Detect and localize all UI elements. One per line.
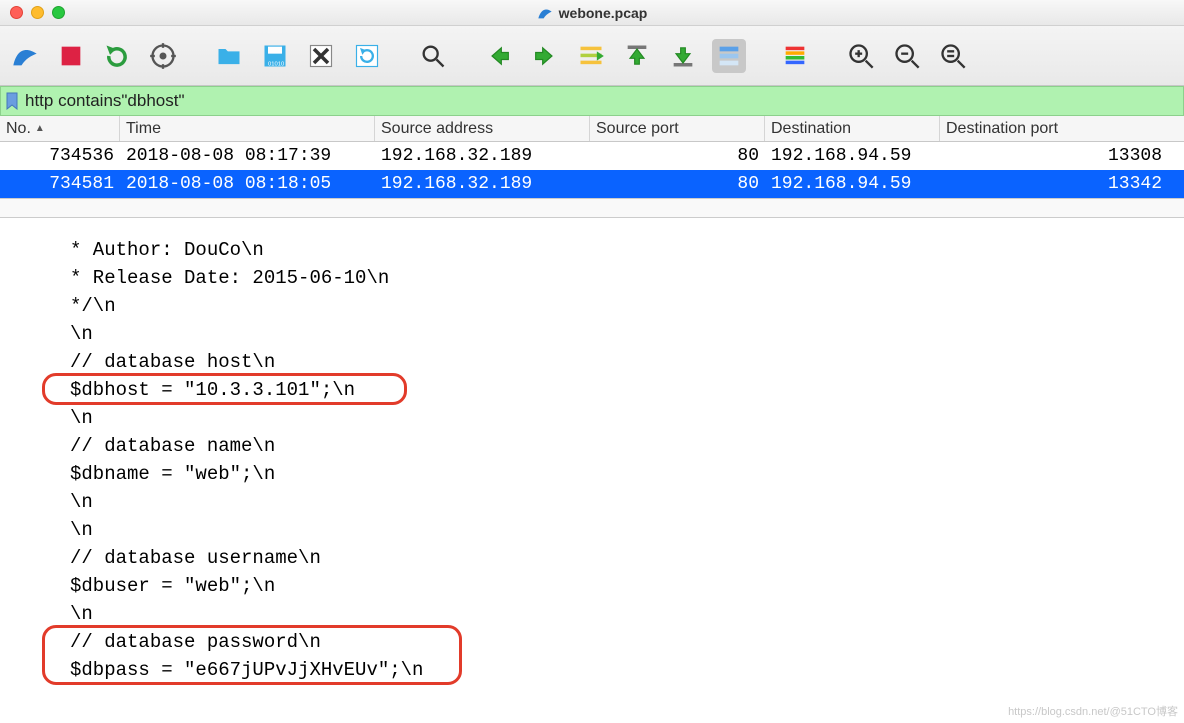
column-destination[interactable]: Destination (765, 116, 940, 141)
close-window-button[interactable] (10, 6, 23, 19)
cell: 13342 (940, 170, 1168, 198)
go-back-button[interactable] (482, 39, 516, 73)
cell: 734581 (0, 170, 120, 198)
column-src-label: Source address (381, 120, 493, 138)
detail-line[interactable]: $dbpass = "e667jUPvJjXHvEUv";\n (48, 656, 1184, 684)
zoom-reset-button[interactable] (936, 39, 970, 73)
display-filter-input[interactable]: http contains"dbhost" (23, 91, 185, 111)
column-no[interactable]: No. ▲ (0, 116, 120, 141)
detail-line[interactable]: $dbuser = "web";\n (48, 572, 1184, 600)
cell: 2018-08-08 08:17:39 (120, 142, 375, 170)
reload-file-button[interactable] (350, 39, 384, 73)
column-dest-label: Destination (771, 120, 851, 138)
window-controls (10, 6, 65, 19)
cell: 2018-08-08 08:18:05 (120, 170, 375, 198)
go-forward-button[interactable] (528, 39, 562, 73)
zoom-out-button[interactable] (890, 39, 924, 73)
detail-line[interactable]: // database username\n (48, 544, 1184, 572)
detail-line[interactable]: \n (48, 320, 1184, 348)
save-file-button[interactable]: 01010 (258, 39, 292, 73)
svg-text:01010: 01010 (268, 61, 285, 67)
cell: 192.168.94.59 (765, 142, 940, 170)
column-source-address[interactable]: Source address (375, 116, 590, 141)
close-file-button[interactable] (304, 39, 338, 73)
cell: 80 (590, 142, 765, 170)
auto-scroll-button[interactable] (712, 39, 746, 73)
detail-line[interactable]: \n (48, 516, 1184, 544)
packet-list: 7345362018-08-08 08:17:39192.168.32.1898… (0, 142, 1184, 198)
cell: 192.168.94.59 (765, 170, 940, 198)
go-to-packet-button[interactable] (574, 39, 608, 73)
packet-bytes-pane: * Author: DouCo\n * Release Date: 2015-0… (0, 218, 1184, 684)
colorize-button[interactable] (778, 39, 812, 73)
minimize-window-button[interactable] (31, 6, 44, 19)
cell: 13308 (940, 142, 1168, 170)
cell: 80 (590, 170, 765, 198)
detail-line[interactable]: \n (48, 488, 1184, 516)
column-destination-port[interactable]: Destination port (940, 116, 1168, 141)
detail-line[interactable]: $dbname = "web";\n (48, 460, 1184, 488)
go-last-packet-button[interactable] (666, 39, 700, 73)
column-source-port[interactable]: Source port (590, 116, 765, 141)
window-title: webone.pcap (0, 5, 1184, 21)
detail-line[interactable]: // database name\n (48, 432, 1184, 460)
maximize-window-button[interactable] (52, 6, 65, 19)
sort-indicator-icon: ▲ (35, 123, 45, 134)
detail-line[interactable]: */\n (48, 292, 1184, 320)
open-file-button[interactable] (212, 39, 246, 73)
column-dport-label: Destination port (946, 120, 1058, 138)
go-first-packet-button[interactable] (620, 39, 654, 73)
detail-line[interactable]: // database host\n (48, 348, 1184, 376)
cell: 192.168.32.189 (375, 142, 590, 170)
capture-options-button[interactable] (146, 39, 180, 73)
watermark-text: https://blog.csdn.net/@51CTO博客 (1008, 703, 1178, 719)
pane-divider[interactable] (0, 198, 1184, 218)
restart-capture-button[interactable] (100, 39, 134, 73)
table-row[interactable]: 7345812018-08-08 08:18:05192.168.32.1898… (0, 170, 1184, 198)
display-filter-bar: http contains"dbhost" (0, 86, 1184, 116)
find-packet-button[interactable] (416, 39, 450, 73)
zoom-in-button[interactable] (844, 39, 878, 73)
stop-capture-button[interactable] (54, 39, 88, 73)
column-sport-label: Source port (596, 120, 679, 138)
wireshark-icon (537, 5, 553, 21)
filename-label: webone.pcap (559, 5, 648, 21)
column-time-label: Time (126, 120, 161, 138)
window-titlebar: webone.pcap (0, 0, 1184, 26)
detail-line[interactable]: \n (48, 600, 1184, 628)
main-toolbar: 01010 (0, 26, 1184, 86)
detail-line[interactable]: $dbhost = "10.3.3.101";\n (48, 376, 1184, 404)
detail-line[interactable]: * Author: DouCo\n (48, 236, 1184, 264)
packet-list-header: No. ▲ Time Source address Source port Des… (0, 116, 1184, 142)
detail-line[interactable]: * Release Date: 2015-06-10\n (48, 264, 1184, 292)
start-capture-button[interactable] (8, 39, 42, 73)
cell: 192.168.32.189 (375, 170, 590, 198)
column-no-label: No. (6, 120, 31, 138)
cell: 734536 (0, 142, 120, 170)
table-row[interactable]: 7345362018-08-08 08:17:39192.168.32.1898… (0, 142, 1184, 170)
detail-line[interactable]: // database password\n (48, 628, 1184, 656)
bookmark-filter-icon[interactable] (3, 89, 21, 113)
detail-line[interactable]: \n (48, 404, 1184, 432)
column-time[interactable]: Time (120, 116, 375, 141)
